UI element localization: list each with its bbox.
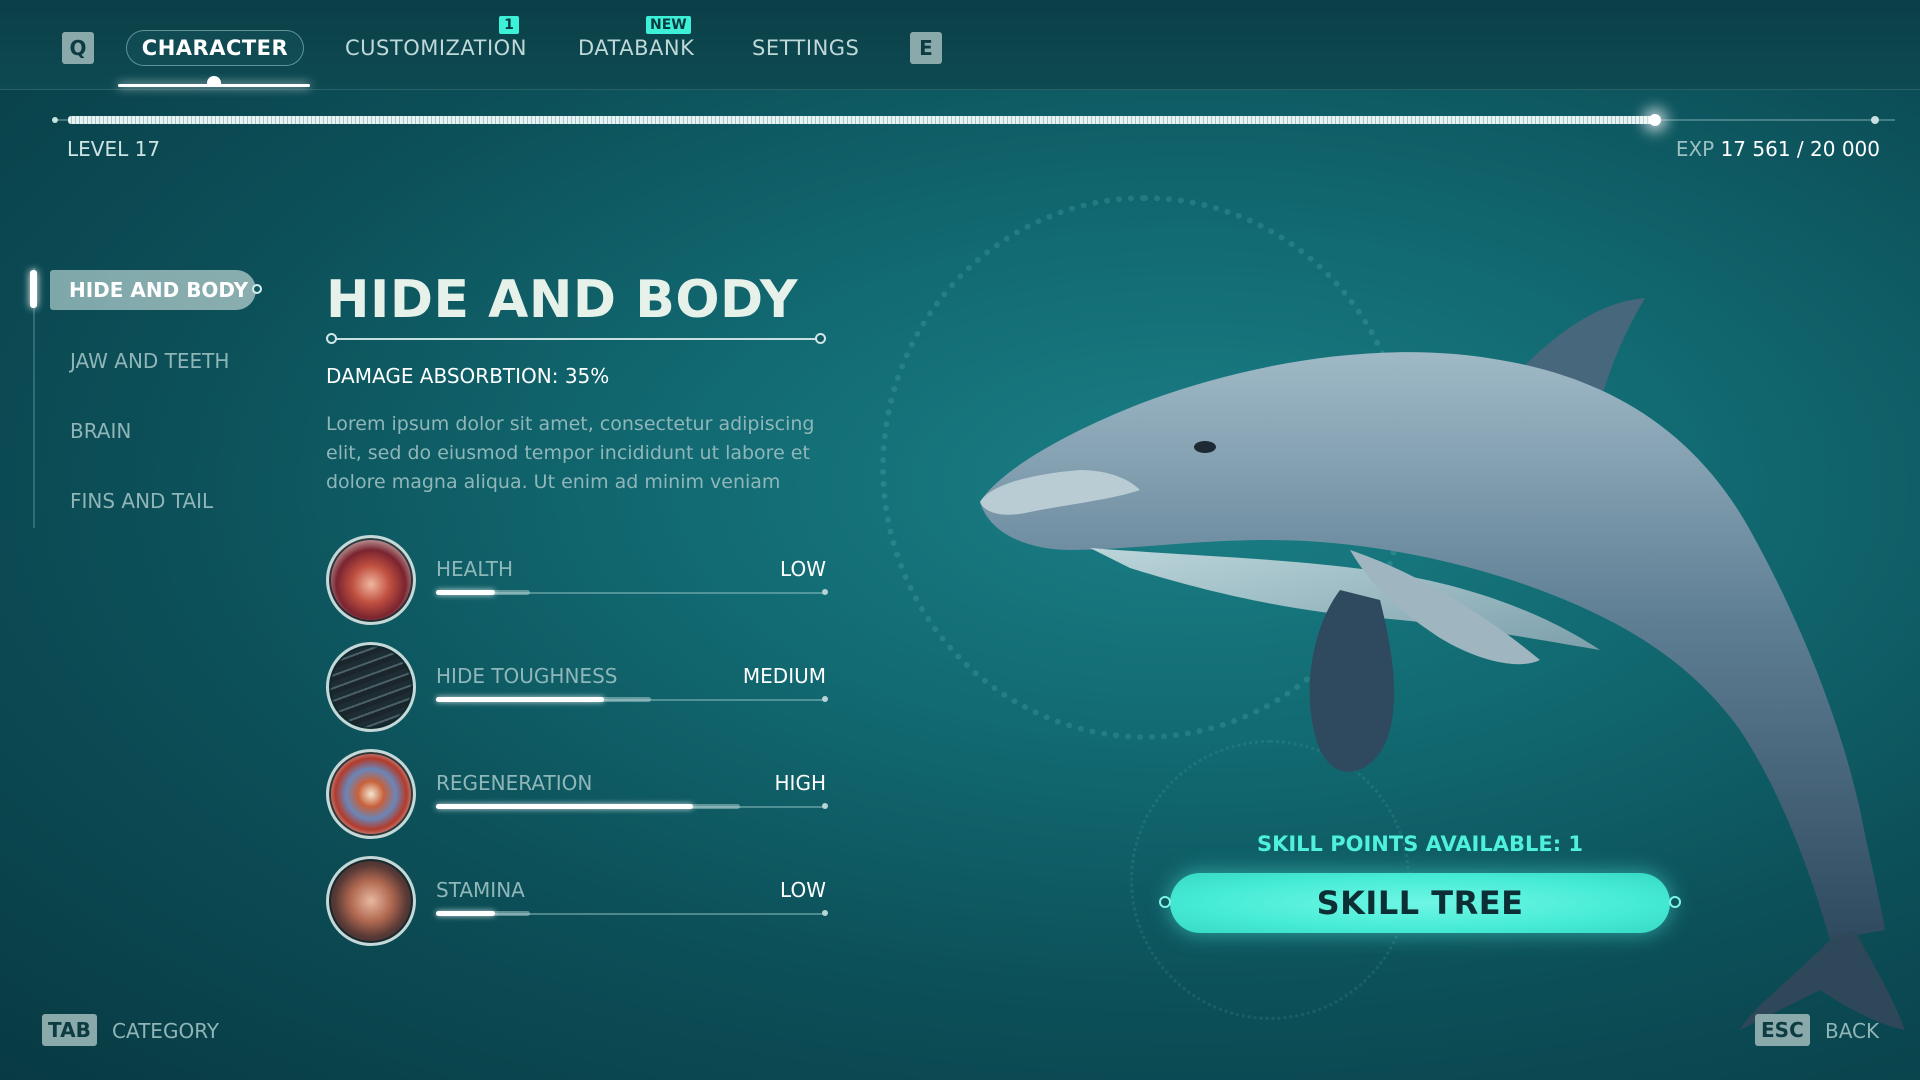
stat-stamina: STAMINA LOW [326, 856, 828, 948]
exp-prefix: EXP [1675, 137, 1715, 161]
stat-value: MEDIUM [742, 664, 826, 688]
dolphin-eye [1194, 441, 1216, 453]
sidebar-active-indicator [30, 270, 37, 308]
skill-tree-button[interactable]: SKILL TREE [1170, 873, 1670, 933]
stat-end-dot [822, 589, 828, 595]
exp-readout: EXP 17 561 / 20 000 [1676, 137, 1880, 161]
stat-regeneration: REGENERATION HIGH [326, 749, 828, 841]
exp-progress-fill [68, 116, 1655, 124]
divider-end-dot [815, 333, 826, 344]
stat-label: REGENERATION [436, 771, 593, 795]
stat-value: LOW [780, 557, 826, 581]
level-label: LEVEL 17 [67, 137, 161, 161]
next-tab-key[interactable]: E [910, 32, 942, 64]
databank-new-badge: NEW [646, 16, 691, 34]
stat-value: LOW [780, 878, 826, 902]
sidebar-item-hide-and-body[interactable]: HIDE AND BODY [50, 270, 256, 310]
active-tab-underline [118, 84, 310, 87]
category-hint-label: CATEGORY [112, 1019, 220, 1043]
stat-level-bar [436, 697, 604, 702]
active-tab-caret [207, 76, 221, 84]
sidebar-item-jaw-and-teeth[interactable]: JAW AND TEETH [70, 349, 229, 373]
prev-tab-key[interactable]: Q [62, 32, 94, 64]
stat-level-bar [436, 911, 495, 916]
regeneration-icon [326, 749, 416, 839]
esc-key-hint[interactable]: ESC [1755, 1014, 1810, 1046]
lungs-icon [326, 856, 416, 946]
tab-databank[interactable]: DATABANK [578, 36, 694, 60]
divider-start-dot [326, 333, 337, 344]
tab-key-hint[interactable]: TAB [42, 1014, 97, 1046]
sidebar-item-fins-and-tail[interactable]: FINS AND TAIL [70, 489, 213, 513]
stat-label: HEALTH [436, 557, 514, 581]
back-hint-label: BACK [1825, 1019, 1880, 1043]
stat-label: STAMINA [436, 878, 525, 902]
skill-button-right-dot [1669, 896, 1681, 908]
dolphin-pectoral-fin [1309, 590, 1395, 772]
hide-texture-icon [326, 642, 416, 732]
exp-progress-end-dot [1871, 116, 1879, 124]
stat-value: HIGH [774, 771, 826, 795]
stat-level-bar [436, 804, 693, 809]
exp-value: 17 561 / 20 000 [1720, 137, 1880, 161]
skill-points-available: SKILL POINTS AVAILABLE: 1 [1256, 832, 1584, 856]
stat-end-dot [822, 910, 828, 916]
section-title: HIDE AND BODY [326, 270, 799, 330]
stat-end-dot [822, 696, 828, 702]
sidebar-active-dot [252, 284, 262, 294]
sidebar-item-brain[interactable]: BRAIN [70, 419, 131, 443]
heart-icon [326, 535, 416, 625]
exp-progress-start-dot [52, 117, 58, 123]
stat-label: HIDE TOUGHNESS [436, 664, 618, 688]
stat-level-bar [436, 590, 495, 595]
tab-settings[interactable]: SETTINGS [752, 36, 859, 60]
stat-end-dot [822, 803, 828, 809]
customization-count-badge: 1 [499, 16, 519, 34]
title-divider [330, 338, 820, 340]
exp-progress-knob [1649, 114, 1661, 126]
stat-hide-toughness: HIDE TOUGHNESS MEDIUM [326, 642, 828, 734]
damage-absorption: DAMAGE ABSORBTION: 35% [326, 364, 610, 388]
tab-customization[interactable]: CUSTOMIZATION [345, 36, 527, 60]
skill-button-left-dot [1159, 896, 1171, 908]
section-description: Lorem ipsum dolor sit amet, consectetur … [326, 413, 815, 493]
stat-health: HEALTH LOW [326, 535, 828, 627]
tab-character[interactable]: CHARACTER [126, 30, 304, 66]
